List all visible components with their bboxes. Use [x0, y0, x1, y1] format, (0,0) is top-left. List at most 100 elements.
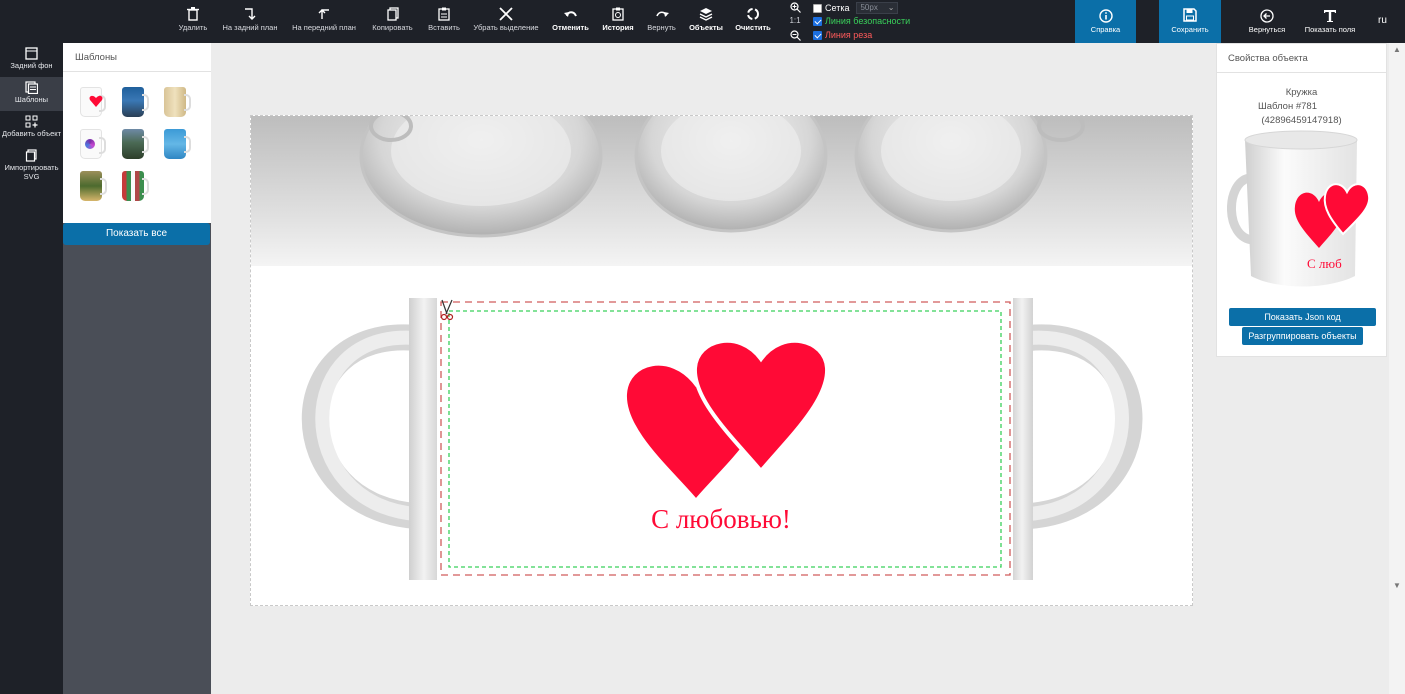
vertical-scrollbar[interactable]: ▲ ▼: [1389, 43, 1405, 694]
undo-button[interactable]: Отменить: [552, 6, 589, 32]
arrow-down-icon: [245, 8, 256, 20]
safety-line-label: Линия безопасности: [825, 16, 911, 26]
scroll-down-arrow[interactable]: ▼: [1393, 581, 1401, 590]
show-all-button[interactable]: Показать все: [63, 223, 210, 245]
window-icon: [25, 47, 38, 60]
zoom-in-icon: [789, 2, 801, 13]
top-toolbar: Удалить На задний план На передний план …: [0, 0, 1405, 43]
clear-button[interactable]: Очистить: [735, 6, 771, 32]
heart-icon: [89, 95, 103, 107]
sidebar-item-label-2: SVG: [23, 172, 40, 181]
redo-label: Вернуть: [647, 23, 676, 32]
info-icon: [1098, 9, 1113, 23]
safety-line-checkbox[interactable]: [813, 16, 822, 26]
deselect-label: Убрать выделение: [473, 23, 539, 32]
ungroup-button[interactable]: Разгруппировать объекты: [1242, 327, 1363, 345]
zoom-in-button[interactable]: [789, 2, 801, 16]
logo-icon: [85, 139, 95, 149]
templates-icon: [25, 81, 38, 94]
close-icon: [499, 7, 513, 21]
sidebar-item-background[interactable]: Задний фон: [0, 43, 63, 77]
undo-icon: [563, 11, 577, 17]
mug-preview-svg: [1227, 130, 1371, 287]
zoom-out-button[interactable]: [789, 30, 801, 44]
send-back-button[interactable]: На задний план: [221, 6, 279, 32]
add-object-icon: [25, 115, 38, 128]
template-thumb-city[interactable]: [119, 85, 149, 119]
zoom-controls: 1:1: [789, 2, 801, 44]
import-icon: [25, 149, 37, 162]
copy-icon: [386, 7, 399, 21]
grid-toggle[interactable]: Сетка 50px ⌄: [813, 2, 899, 14]
paste-icon: [438, 7, 450, 21]
design-canvas[interactable]: С любовью!: [250, 115, 1193, 606]
paste-button[interactable]: Вставить: [427, 6, 461, 32]
bring-front-label: На передний план: [292, 23, 356, 32]
zoom-out-icon: [789, 30, 801, 41]
sidebar-item-add-object[interactable]: Добавить объект: [0, 111, 63, 145]
back-button[interactable]: Вернуться: [1246, 8, 1288, 34]
show-json-button[interactable]: Показать Json код: [1229, 308, 1376, 326]
history-button[interactable]: История: [601, 6, 635, 32]
deselect-button[interactable]: Убрать выделение: [473, 6, 539, 32]
copy-label: Копировать: [372, 23, 413, 32]
template-thumb-beige[interactable]: [161, 85, 191, 119]
object-info: Кружка Шаблон #781 (42896459147918): [1217, 86, 1386, 128]
copy-button[interactable]: Копировать: [371, 6, 414, 32]
templates-panel-body: Шаблоны: [63, 43, 211, 223]
mug-right-handle: [1027, 324, 1143, 529]
scroll-up-arrow[interactable]: ▲: [1393, 45, 1401, 54]
back-label: Вернуться: [1248, 25, 1286, 34]
properties-title: Свойства объекта: [1217, 44, 1386, 73]
undo-label: Отменить: [552, 23, 589, 32]
objects-button[interactable]: Объекты: [689, 6, 723, 32]
sidebar-item-templates[interactable]: Шаблоны: [0, 77, 63, 111]
sidebar-item-label: Добавить объект: [1, 129, 62, 138]
layers-icon: [699, 8, 713, 21]
template-thumb-mountains[interactable]: [119, 127, 149, 161]
bring-front-button[interactable]: На передний план: [291, 6, 357, 32]
mug-left-edge: [409, 298, 439, 580]
delete-button[interactable]: Удалить: [178, 6, 208, 32]
history-icon: [612, 7, 624, 21]
delete-label: Удалить: [178, 23, 208, 32]
templates-panel: Шаблоны Показать все: [63, 43, 211, 694]
background-cups-photo: [251, 116, 1192, 266]
mug-thumbnail: [122, 171, 149, 201]
redo-icon: [655, 11, 669, 17]
arrow-up-icon: [318, 9, 329, 19]
zoom-reset-button[interactable]: 1:1: [789, 16, 801, 30]
back-arrow-icon: [1260, 9, 1274, 23]
sidebar-item-label: Задний фон: [10, 61, 53, 70]
redo-button[interactable]: Вернуть: [646, 6, 677, 32]
mug-thumbnail: [122, 87, 149, 117]
language-switch[interactable]: ru: [1378, 15, 1387, 26]
show-fields-button[interactable]: Показать поля: [1302, 8, 1358, 34]
template-thumb-logo[interactable]: [77, 127, 107, 161]
cut-line-label: Линия реза: [825, 30, 873, 40]
show-fields-label: Показать поля: [1304, 25, 1356, 34]
floppy-icon: [1183, 8, 1197, 22]
save-button[interactable]: Сохранить: [1159, 0, 1221, 43]
objects-label: Объекты: [689, 23, 723, 32]
grid-checkbox[interactable]: [813, 3, 822, 13]
grid-size-value: 50px: [860, 3, 878, 12]
safety-line-toggle[interactable]: Линия безопасности: [813, 16, 910, 26]
properties-panel: Свойства объекта Кружка Шаблон #781 (428…: [1216, 43, 1387, 357]
canvas-caption[interactable]: С любовью!: [581, 504, 861, 535]
help-label: Справка: [1090, 25, 1121, 34]
mug-right-edge: [1011, 298, 1033, 580]
send-back-label: На задний план: [222, 23, 278, 32]
mug-preview: С люб: [1227, 128, 1377, 288]
template-thumb-blue[interactable]: [161, 127, 191, 161]
save-label: Сохранить: [1171, 25, 1209, 34]
sidebar-item-import-svg[interactable]: Импортировать SVG: [0, 145, 63, 189]
template-thumb-stripes[interactable]: [119, 169, 149, 203]
template-thumb-palms[interactable]: [77, 169, 107, 203]
grid-size-select[interactable]: 50px ⌄: [856, 2, 899, 14]
template-thumb-hearts[interactable]: [77, 85, 107, 119]
text-icon: [1324, 10, 1336, 22]
cut-line-checkbox[interactable]: [813, 30, 822, 40]
cut-line-toggle[interactable]: Линия реза: [813, 30, 872, 40]
help-button[interactable]: Справка: [1075, 0, 1136, 43]
